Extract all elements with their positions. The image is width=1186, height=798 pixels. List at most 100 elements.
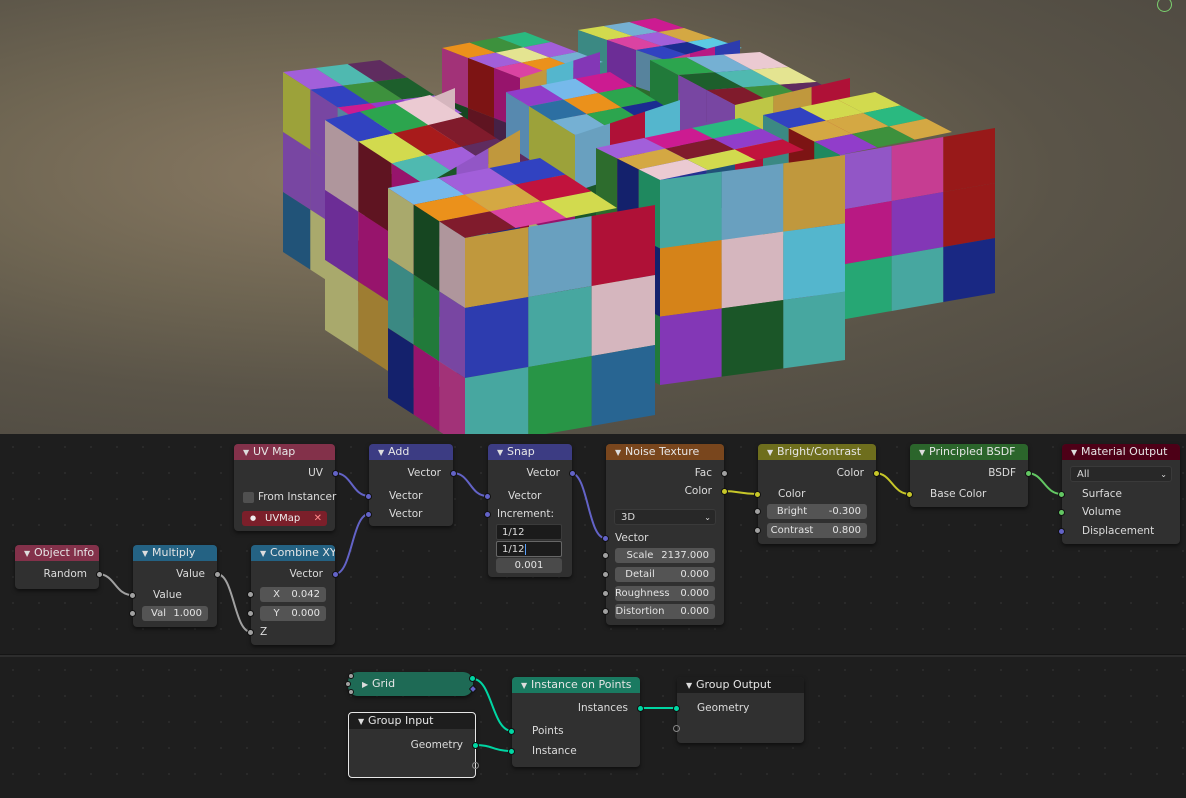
input-socket-detail[interactable] [602,571,609,578]
input-socket-surface[interactable] [1058,491,1065,498]
input-socket-base-color[interactable] [906,491,913,498]
multiply-node[interactable]: ▼ Multiply Value Value Val 1.000 [129,545,221,627]
uv-map-node[interactable]: ▼ UV Map UV From Instancer ● UVMap ✕ [234,444,339,531]
group-input-node[interactable]: ▼ Group Input Geometry [348,712,479,778]
input-socket-geometry[interactable] [673,705,680,712]
output-socket-geometry[interactable] [472,742,479,749]
increment-z-field[interactable]: 0.001 [496,558,562,573]
output-socket-vector[interactable] [450,470,457,477]
grid-header[interactable]: ▶ Grid [348,672,473,696]
collapse-caret-icon[interactable]: ▼ [919,445,929,460]
input-socket-contrast[interactable] [754,527,761,534]
material-output-node[interactable]: ▼ Material Output All ⌄ Surface Volume Dis… [1058,444,1180,544]
group-input-header[interactable]: ▼ Group Input [349,713,475,729]
scale-field[interactable]: Scale 2137.000 [615,548,715,563]
collapse-caret-icon[interactable]: ▼ [615,445,625,460]
increment-y-field[interactable]: 1/12 [496,541,562,557]
shader-node-editor[interactable]: ▼ Object Info Random ▼ Multiply Value Valu… [0,434,1186,654]
input-socket-val[interactable] [129,610,136,617]
val-field[interactable]: Val 1.000 [142,606,208,621]
output-socket-random[interactable] [96,571,103,578]
input-socket-vector[interactable] [484,493,491,500]
input-socket-displacement[interactable] [1058,528,1065,535]
output-socket-instances[interactable] [637,705,644,712]
x-field[interactable]: X 0.042 [260,587,326,602]
principled-bsdf-header[interactable]: ▼ Principled BSDF [910,444,1028,460]
input-socket-vector[interactable] [602,535,609,542]
collapse-caret-icon[interactable]: ▼ [358,714,368,729]
group-output-header[interactable]: ▼ Group Output [677,677,804,693]
input-socket-vertices[interactable] [348,689,354,695]
target-dropdown[interactable]: All ⌄ [1070,466,1172,482]
y-field[interactable]: Y 0.000 [260,606,326,621]
bright-contrast-header[interactable]: ▼ Bright/Contrast [758,444,876,460]
input-socket-vector-1[interactable] [365,493,372,500]
clear-icon[interactable]: ✕ [314,511,322,526]
object-info-node[interactable]: ▼ Object Info Random [15,545,103,589]
roughness-field[interactable]: Roughness 0.000 [615,586,715,601]
collapse-caret-icon[interactable]: ▼ [24,546,34,561]
input-socket-x[interactable] [247,591,254,598]
collapse-caret-icon[interactable]: ▼ [686,678,696,693]
output-socket-mesh[interactable] [469,675,476,682]
multiply-header[interactable]: ▼ Multiply [133,545,217,561]
increment-x-field[interactable]: 1/12 [496,524,562,540]
object-info-header[interactable]: ▼ Object Info [15,545,99,561]
contrast-field[interactable]: Contrast 0.800 [767,523,867,538]
collapse-caret-icon[interactable]: ▼ [767,445,777,460]
output-socket-vector[interactable] [332,571,339,578]
bright-field[interactable]: Bright -0.300 [767,504,867,519]
collapse-caret-icon[interactable]: ▼ [142,546,152,561]
grid-node-collapsed[interactable]: ▶ Grid [345,672,478,696]
uvmap-selector[interactable]: ● UVMap ✕ [242,511,327,526]
input-socket-roughness[interactable] [602,590,609,597]
input-socket-color[interactable] [754,491,761,498]
collapse-caret-icon[interactable]: ▼ [1071,445,1081,460]
output-socket-value[interactable] [214,571,221,578]
group-output-node[interactable]: ▼ Group Output Geometry [673,677,804,743]
dimension-dropdown[interactable]: 3D ⌄ [614,509,716,525]
input-socket-size-x[interactable] [348,673,354,679]
snap-node[interactable]: ▼ Snap Vector Vector Increment: 1/12 1/12… [484,444,576,577]
collapse-caret-icon[interactable]: ▼ [260,546,270,561]
collapse-caret-icon[interactable]: ▼ [378,445,388,460]
instance-on-points-node[interactable]: ▼ Instance on Points Instances Points Ins… [508,677,644,767]
noise-texture-node[interactable]: ▼ Noise Texture Fac Color 3D ⌄ Vector Scal… [602,444,728,625]
principled-bsdf-node[interactable]: ▼ Principled BSDF BSDF Base Color [906,444,1032,507]
output-socket-color[interactable] [721,488,728,495]
output-socket-empty[interactable] [472,762,479,769]
input-socket-y[interactable] [247,610,254,617]
distortion-field[interactable]: Distortion 0.000 [615,604,715,619]
material-output-header[interactable]: ▼ Material Output [1062,444,1180,460]
input-socket-distortion[interactable] [602,608,609,615]
snap-header[interactable]: ▼ Snap [488,444,572,460]
uv-map-header[interactable]: ▼ UV Map [234,444,335,460]
input-socket-increment[interactable] [484,511,491,518]
input-socket-z[interactable] [247,629,254,636]
output-socket-color[interactable] [873,470,880,477]
input-socket-volume[interactable] [1058,509,1065,516]
expand-caret-icon[interactable]: ▶ [362,673,372,696]
collapse-caret-icon[interactable]: ▼ [521,678,531,693]
geometry-node-editor[interactable]: ▶ Grid ▼ Group Input Geometry ▼ Instance on… [0,657,1186,798]
bright-contrast-node[interactable]: ▼ Bright/Contrast Color Color Bright -0.30… [754,444,880,544]
output-socket-vector[interactable] [569,470,576,477]
input-socket-value[interactable] [129,592,136,599]
input-socket-size-y[interactable] [345,681,351,687]
combine-xyz-header[interactable]: ▼Combine XYZ [251,545,335,561]
combine-xyz-node[interactable]: ▼Combine XYZ Vector X 0.042 Y 0.000 Z [247,545,339,645]
3d-viewport[interactable] [0,0,1186,434]
noise-texture-header[interactable]: ▼ Noise Texture [606,444,724,460]
input-socket-empty[interactable] [673,725,680,732]
collapse-caret-icon[interactable]: ▼ [243,445,253,460]
input-socket-points[interactable] [508,728,515,735]
input-socket-bright[interactable] [754,508,761,515]
detail-field[interactable]: Detail 0.000 [615,567,715,582]
input-socket-instance[interactable] [508,748,515,755]
output-socket-uv[interactable] [332,470,339,477]
output-socket-fac[interactable] [721,470,728,477]
input-socket-vector-2[interactable] [365,511,372,518]
input-socket-scale[interactable] [602,552,609,559]
output-socket-bsdf[interactable] [1025,470,1032,477]
instance-on-points-header[interactable]: ▼ Instance on Points [512,677,640,693]
